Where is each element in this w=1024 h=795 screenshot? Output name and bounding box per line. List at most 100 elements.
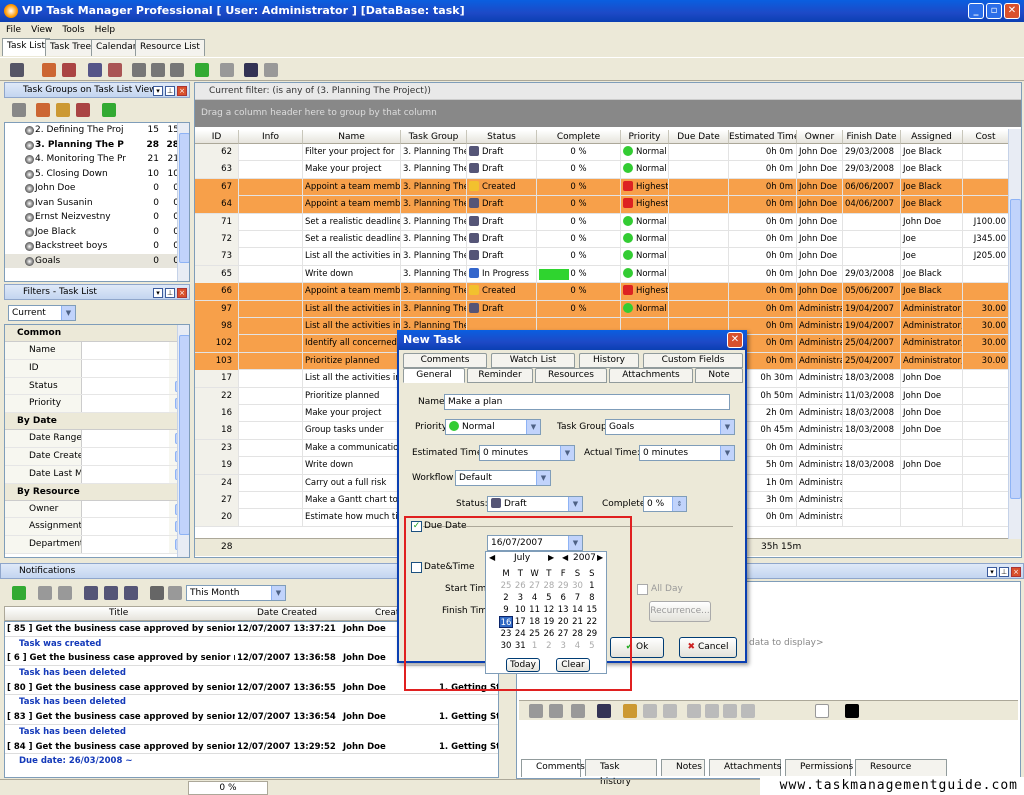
view-options-icon[interactable]: [264, 63, 278, 77]
export-icon[interactable]: [124, 586, 138, 600]
detail-tab[interactable]: Task history: [585, 759, 657, 787]
column-header[interactable]: Status: [467, 130, 537, 144]
bullets-icon[interactable]: [741, 704, 755, 718]
dialog-close-button[interactable]: ✕: [727, 332, 743, 348]
arrow-down-icon[interactable]: [170, 63, 184, 77]
col-creator[interactable]: Creat: [375, 608, 399, 618]
estimated-time-select[interactable]: 0 minutes ▼: [479, 445, 575, 461]
complete-spinner[interactable]: 0 % ⇕: [643, 496, 687, 512]
groups-scrollbar[interactable]: [177, 123, 189, 281]
refresh-notifications-icon[interactable]: [12, 586, 26, 600]
minimize-button[interactable]: _: [968, 3, 984, 19]
task-row[interactable]: 72 Set a realistic deadline 3. Planning Th…: [195, 231, 1021, 249]
dtab-reminder[interactable]: Reminder: [467, 368, 533, 383]
group-row[interactable]: 2. Defining The Proj 15 15: [5, 123, 189, 138]
add-group-icon[interactable]: [36, 103, 50, 117]
tab-task-tree[interactable]: Task Tree: [45, 39, 97, 56]
detail-tab[interactable]: Comments: [521, 759, 585, 777]
column-header[interactable]: Estimated Time: [729, 130, 797, 144]
panel-menu-icon[interactable]: ▾: [987, 567, 997, 577]
task-row[interactable]: 64 Appoint a team member 3. Planning The Dr…: [195, 196, 1021, 214]
pin-icon[interactable]: ⊥: [999, 567, 1009, 577]
task-row[interactable]: 62 Filter your project for 3. Planning The…: [195, 144, 1021, 162]
filter-row[interactable]: ID: [5, 359, 189, 378]
column-header[interactable]: Finish Date: [843, 130, 901, 144]
layout-icon[interactable]: [597, 704, 611, 718]
priority-select[interactable]: Normal ▼: [445, 419, 541, 435]
period-select[interactable]: This Month ▼: [186, 585, 286, 601]
grid-scrollbar[interactable]: [1008, 129, 1021, 539]
dtab-attachments[interactable]: Attachments: [609, 368, 693, 383]
filter-row[interactable]: Priority: [5, 395, 189, 414]
dtab-general[interactable]: General: [403, 368, 465, 383]
column-header[interactable]: Due Date: [669, 130, 729, 144]
panel-close-icon[interactable]: ×: [177, 86, 187, 96]
filter-row[interactable]: Owner: [5, 500, 189, 519]
filter-row[interactable]: Date Last M: [5, 465, 189, 484]
tab-task-list[interactable]: Task List: [2, 38, 51, 56]
column-header[interactable]: Owner: [797, 130, 843, 144]
detail-tab[interactable]: Permissions: [785, 759, 853, 776]
dtab-history[interactable]: History: [579, 353, 639, 368]
panel-close-icon[interactable]: ×: [177, 288, 187, 298]
group-row[interactable]: Backstreet boys00: [5, 239, 189, 254]
panel-menu-icon[interactable]: ▾: [153, 86, 163, 96]
task-row[interactable]: 63 Make your project 3. Planning The Draft 0…: [195, 161, 1021, 179]
view-icon[interactable]: [150, 586, 164, 600]
group-row[interactable]: Ernst Neizvestny00: [5, 210, 189, 225]
dtab-resources[interactable]: Resources: [535, 368, 607, 383]
filter-section[interactable]: By Date: [5, 413, 189, 431]
task-row[interactable]: 66 Appoint a team member 3. Planning The Cr…: [195, 283, 1021, 301]
dtab-comments[interactable]: Comments: [403, 353, 487, 368]
group-by-area[interactable]: Drag a column header here to group by th…: [195, 100, 1021, 127]
settings-icon[interactable]: [168, 586, 182, 600]
refresh-icon[interactable]: [195, 63, 209, 77]
group-row[interactable]: 5. Closing Down 10 10: [5, 167, 189, 182]
edit-task-icon[interactable]: [42, 63, 56, 77]
notification-detail[interactable]: Task has been deleted: [5, 725, 498, 740]
task-row[interactable]: 67 Appoint a team member 3. Planning The Cr…: [195, 178, 1021, 197]
edit-group-icon[interactable]: [56, 103, 70, 117]
delete-group-icon[interactable]: [76, 103, 90, 117]
sort-icon[interactable]: [104, 586, 118, 600]
notification-detail[interactable]: Due date: 26/03/2008 ~: [5, 754, 498, 769]
print-icon[interactable]: [571, 704, 585, 718]
column-header[interactable]: Name: [303, 130, 401, 144]
column-header[interactable]: Complete: [537, 130, 621, 144]
all-day-checkbox[interactable]: [637, 584, 648, 595]
task-row[interactable]: 97 List all the activities in 3. Planning …: [195, 300, 1021, 318]
menu-view[interactable]: View: [27, 22, 56, 38]
panel-close-icon[interactable]: ×: [1011, 567, 1021, 577]
task-group-select[interactable]: Goals ▼: [605, 419, 735, 435]
filter-section[interactable]: Common: [5, 325, 189, 342]
column-header[interactable]: Cost: [963, 130, 1009, 144]
panel-menu-icon[interactable]: ▾: [153, 288, 163, 298]
column-header[interactable]: Assigned: [901, 130, 963, 144]
filter-row[interactable]: Date Create: [5, 447, 189, 466]
move-up-icon[interactable]: [151, 63, 165, 77]
group-row[interactable]: John Doe00: [5, 181, 189, 196]
cancel-button[interactable]: ✖ Cancel: [679, 637, 737, 658]
task-row[interactable]: 71 Set a realistic deadline 3. Planning Th…: [195, 213, 1021, 231]
new-task-icon[interactable]: [10, 63, 24, 77]
filter-row[interactable]: Department: [5, 536, 189, 554]
tab-calendar[interactable]: Calendar: [91, 39, 142, 56]
status-select[interactable]: Draft ▼: [487, 496, 583, 512]
dtab-custom-fields[interactable]: Custom Fields: [643, 353, 743, 368]
group-row[interactable]: 3. Planning The P 28 28: [5, 138, 189, 153]
task-row[interactable]: 65 Write down 3. Planning The In Progress 0 …: [195, 265, 1021, 284]
detail-tab[interactable]: Resource Assignment: [855, 759, 947, 787]
group-row[interactable]: 4. Monitoring The Pr 21 21: [5, 152, 189, 167]
filters-scrollbar[interactable]: [177, 325, 189, 557]
actual-time-select[interactable]: 0 minutes ▼: [639, 445, 735, 461]
copy-icon[interactable]: [88, 63, 102, 77]
filter-row[interactable]: Assignment: [5, 518, 189, 537]
menu-file[interactable]: File: [2, 22, 25, 38]
italic-icon[interactable]: [705, 704, 719, 718]
underline-icon[interactable]: [723, 704, 737, 718]
col-title[interactable]: Title: [109, 608, 128, 618]
notification-row[interactable]: [ 84 ] Get the business case approved by…: [5, 740, 498, 755]
menu-help[interactable]: Help: [91, 22, 120, 38]
print-icon[interactable]: [220, 63, 234, 77]
name-input[interactable]: Make a plan: [444, 394, 730, 410]
